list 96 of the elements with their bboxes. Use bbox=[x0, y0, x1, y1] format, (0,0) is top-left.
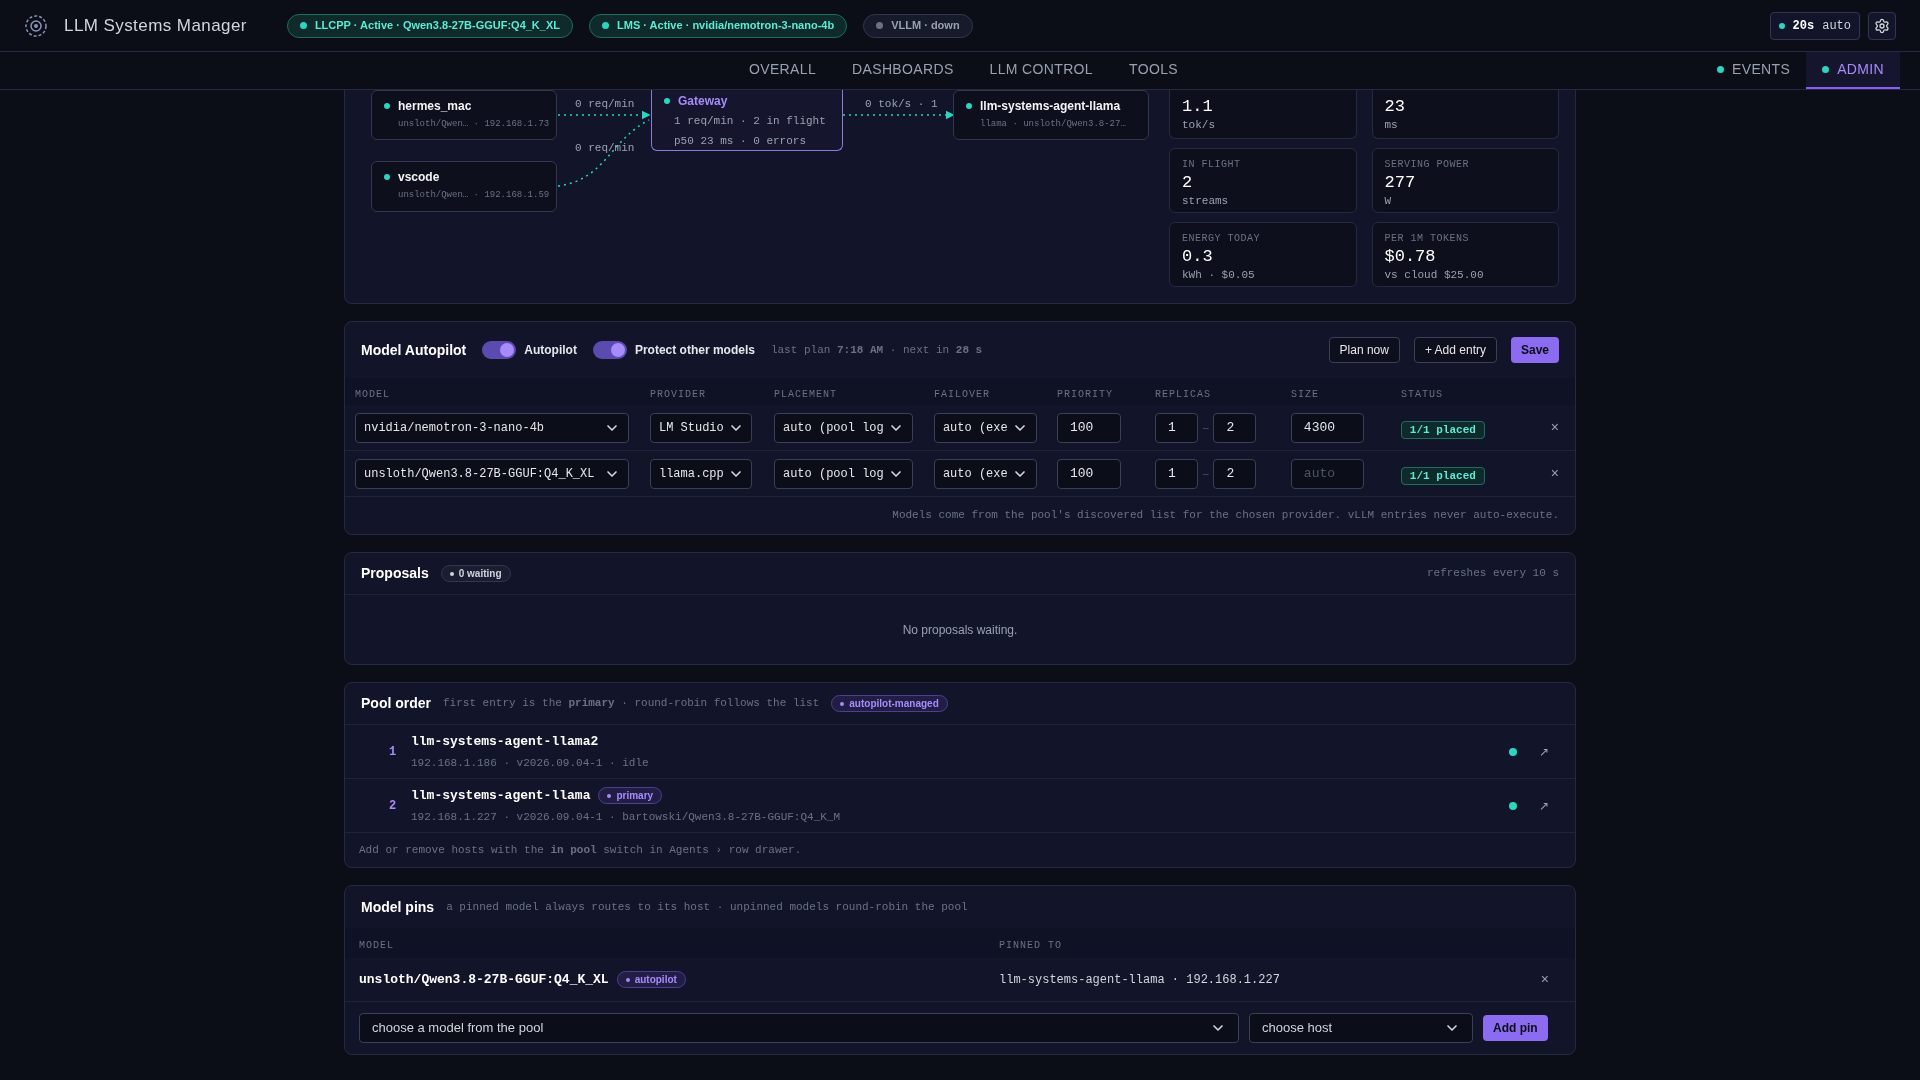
host-name: llm-systems-agent-llama bbox=[411, 787, 591, 805]
tag: autopilot bbox=[616, 971, 686, 988]
footnote: Add or remove hosts with the in pool switch in Agents › row drawer. bbox=[359, 842, 802, 858]
footnote: Models come from the pool's discovered list for the chosen provider. vLLM entries never auto-execute. bbox=[892, 508, 1559, 524]
stat-card: SERVING POWER 277 W bbox=[1371, 148, 1559, 213]
diagram-node[interactable]: llm-systems-agent-llama llama · unsloth/Qwen3.8-27… bbox=[953, 90, 1149, 140]
model-select[interactable]: nvidia/nemotron-3-nano-4b bbox=[355, 412, 629, 443]
column-header: PLACEMENT bbox=[774, 388, 837, 400]
pool-entry[interactable]: 2 llm-systems-agent-llama primary 192.168.1.227 · v2026.09.04-1 · bartowski/Qwen3.8-27B-GGUF:Q4_K_M ↗ bbox=[345, 779, 1575, 833]
range-dash: – bbox=[1202, 421, 1209, 435]
input-field[interactable]: 100 bbox=[1056, 458, 1121, 489]
open-link[interactable]: ↗ bbox=[1539, 742, 1549, 761]
toggle-label: Autopilot bbox=[524, 342, 577, 359]
action-button[interactable]: Plan now bbox=[1328, 337, 1400, 363]
provider-select[interactable]: LM Studio bbox=[649, 412, 752, 443]
input-field[interactable]: 2 bbox=[1213, 412, 1257, 443]
input-field[interactable]: 1 bbox=[1154, 412, 1198, 443]
edge-label: 0 req/min bbox=[575, 97, 635, 112]
refresh-control[interactable]: 20s auto bbox=[1769, 11, 1860, 40]
column-header: MODEL bbox=[359, 940, 394, 951]
refresh-note: refreshes every 10 s bbox=[1426, 566, 1559, 582]
app-title: LLM Systems Manager bbox=[64, 14, 247, 37]
nav-tab[interactable]: EVENTS bbox=[1701, 52, 1807, 89]
pool-entry[interactable]: 1 llm-systems-agent-llama2 192.168.1.186 · v2026.09.04-1 · idle ↗ bbox=[345, 725, 1575, 779]
column-header: REPLICAS bbox=[1155, 388, 1211, 400]
input-field[interactable]: 2 bbox=[1213, 458, 1257, 489]
status-badge: 1/1 placed bbox=[1400, 420, 1485, 439]
toggle-switch[interactable] bbox=[592, 341, 627, 359]
nav-tab[interactable]: LLM CONTROL bbox=[973, 52, 1109, 89]
status-pill[interactable]: VLLM · down bbox=[863, 13, 973, 38]
diagram-node[interactable]: hermes_mac unsloth/Qwen… · 192.168.1.73 bbox=[371, 90, 557, 140]
failover-select[interactable]: auto (exe bbox=[933, 412, 1037, 443]
rank-number: 2 bbox=[388, 797, 398, 815]
gateway-node[interactable]: Gateway 1 req/min · 2 in flight p50 23 ms · 0 errors bbox=[651, 90, 843, 151]
stat-card: 23 ms bbox=[1371, 90, 1559, 139]
section-subtitle: a pinned model always routes to its host · unpinned models round-robin the pool bbox=[446, 899, 968, 915]
rank-number: 1 bbox=[388, 743, 398, 761]
edge-label: 0 tok/s · 1 bbox=[865, 97, 938, 112]
column-header: PINNED TO bbox=[999, 940, 1062, 951]
stat-card: PER 1M TOKENS $0.78 vs cloud $25.00 bbox=[1371, 222, 1559, 287]
column-header: FAILOVER bbox=[934, 388, 990, 400]
section-subtitle: first entry is the primary · round-robin follows the list bbox=[443, 696, 820, 712]
remove-button[interactable]: × bbox=[1550, 417, 1559, 438]
host-detail: 192.168.1.186 · v2026.09.04-1 · idle bbox=[411, 755, 649, 771]
stat-card: IN FLIGHT 2 streams bbox=[1169, 148, 1357, 213]
remove-button[interactable]: × bbox=[1540, 969, 1549, 990]
section-title: Pool order bbox=[361, 694, 431, 713]
section-title: Proposals bbox=[361, 564, 429, 583]
column-header: MODEL bbox=[355, 388, 390, 400]
open-link[interactable]: ↗ bbox=[1539, 796, 1549, 815]
status-pill[interactable]: LMS · Active · nvidia/nemotron-3-nano-4b bbox=[589, 13, 848, 38]
input-field[interactable]: 4300 bbox=[1290, 412, 1364, 443]
nav-tab[interactable]: DASHBOARDS bbox=[836, 52, 970, 89]
tag: 0 waiting bbox=[440, 565, 511, 582]
column-header: SIZE bbox=[1291, 388, 1319, 400]
stat-card: ENERGY TODAY 0.3 kWh · $0.05 bbox=[1169, 222, 1357, 287]
tag: primary bbox=[598, 787, 663, 805]
empty-message: No proposals waiting. bbox=[902, 621, 1018, 639]
provider-select[interactable]: llama.cpp bbox=[649, 458, 752, 489]
model-name: unsloth/Qwen3.8-27B-GGUF:Q4_K_XL bbox=[359, 970, 609, 989]
remove-button[interactable]: × bbox=[1550, 463, 1559, 484]
model-select[interactable]: unsloth/Qwen3.8-27B-GGUF:Q4_K_XL bbox=[355, 458, 629, 489]
settings-button[interactable] bbox=[1868, 11, 1896, 40]
action-button[interactable]: Save bbox=[1510, 337, 1559, 363]
range-dash: – bbox=[1202, 467, 1209, 481]
logo-icon bbox=[24, 13, 48, 38]
toggle-switch[interactable] bbox=[482, 341, 517, 359]
column-header: PRIORITY bbox=[1057, 388, 1113, 400]
column-header: STATUS bbox=[1401, 388, 1443, 400]
input-field[interactable]: 1 bbox=[1154, 458, 1198, 489]
section-title: Model pins bbox=[361, 897, 435, 917]
diagram-node[interactable]: vscode unsloth/Qwen… · 192.168.1.59 bbox=[371, 161, 557, 212]
host-name: llm-systems-agent-llama2 bbox=[411, 733, 599, 751]
nav-tab[interactable]: OVERALL bbox=[733, 52, 833, 89]
nav-tab[interactable]: TOOLS bbox=[1113, 52, 1194, 89]
model-select[interactable]: choose a model from the pool bbox=[359, 1013, 1239, 1043]
plan-info: last plan 7:18 AM · next in 28 s bbox=[770, 342, 983, 358]
action-button[interactable]: + Add entry bbox=[1413, 337, 1497, 363]
failover-select[interactable]: auto (exe bbox=[933, 458, 1037, 489]
nav-tab[interactable]: ADMIN bbox=[1806, 52, 1900, 89]
edge-label: 0 req/min bbox=[575, 141, 635, 156]
settings-icon bbox=[1874, 17, 1890, 34]
toggle-label: Protect other models bbox=[634, 342, 755, 359]
status-badge: 1/1 placed bbox=[1400, 466, 1485, 485]
tag: autopilot-managed bbox=[831, 695, 948, 712]
placement-select[interactable]: auto (pool log bbox=[773, 412, 913, 443]
section-title: Model Autopilot bbox=[361, 340, 467, 360]
host-detail: 192.168.1.227 · v2026.09.04-1 · bartowski/Qwen3.8-27B-GGUF:Q4_K_M bbox=[411, 809, 841, 825]
column-header: PROVIDER bbox=[650, 388, 706, 400]
add-pin-button[interactable]: Add pin bbox=[1483, 1015, 1548, 1041]
input-field[interactable]: 100 bbox=[1056, 412, 1121, 443]
status-pill[interactable]: LLCPP · Active · Qwen3.8-27B-GGUF:Q4_K_XL bbox=[286, 13, 573, 38]
stat-card: 1.1 tok/s bbox=[1169, 90, 1357, 139]
pinned-host: llm-systems-agent-llama · 192.168.1.227 bbox=[999, 971, 1280, 989]
placement-select[interactable]: auto (pool log bbox=[773, 458, 913, 489]
host-select[interactable]: choose host bbox=[1249, 1013, 1473, 1043]
